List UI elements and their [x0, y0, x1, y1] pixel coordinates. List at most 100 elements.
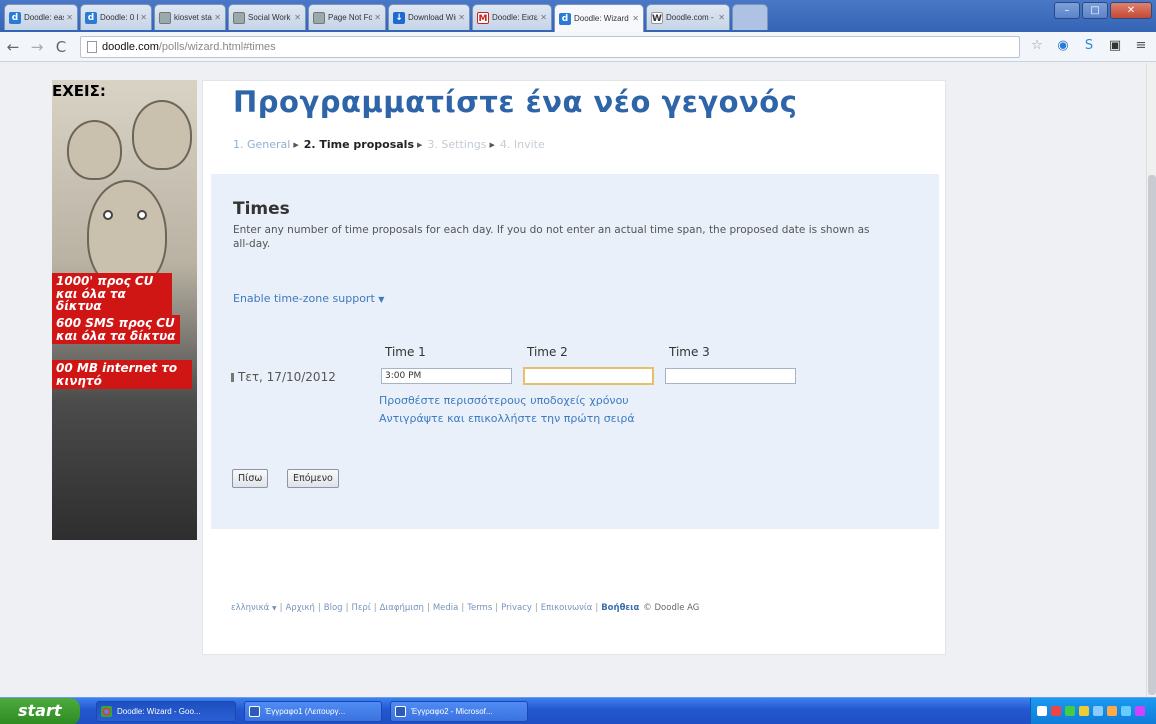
word-icon: [249, 706, 260, 717]
date-row-label: Τετ, 17/10/2012: [231, 370, 336, 384]
footer-link-terms[interactable]: Terms: [467, 603, 492, 613]
close-icon[interactable]: ✕: [632, 14, 639, 23]
ad-illustration: [67, 120, 122, 180]
advertisement-banner[interactable]: ΕΧΕΙΣ: 1000' προς CU και όλα τα δίκτυα 6…: [52, 80, 197, 540]
language-icon[interactable]: [1037, 706, 1047, 716]
time-column-header: Time 3: [669, 345, 710, 359]
browser-tab[interactable]: Page Not Foun ✕: [308, 4, 386, 30]
back-arrow-icon[interactable]: ←: [2, 36, 24, 58]
minimize-icon[interactable]: –: [1054, 2, 1080, 19]
separator: |: [461, 603, 465, 613]
drag-handle-icon[interactable]: [231, 373, 234, 382]
copy-first-row-link[interactable]: Αντιγράψτε και επικολλήστε την πρώτη σει…: [379, 412, 635, 425]
reload-icon[interactable]: C: [50, 36, 72, 58]
browser-tab[interactable]: d Doodle: 0 liken ✕: [80, 4, 152, 30]
browser-tab[interactable]: Social Work Sci ✕: [228, 4, 306, 30]
volume-icon[interactable]: [1065, 706, 1075, 716]
step-settings: 3. Settings: [427, 138, 487, 151]
next-button[interactable]: Επόμενο: [287, 469, 339, 488]
browser-tab[interactable]: W Doodle.com - W ✕: [646, 4, 730, 30]
download-icon: ↓: [393, 11, 405, 24]
star-icon[interactable]: ☆: [1028, 37, 1046, 55]
tray-icon[interactable]: [1093, 706, 1103, 716]
scrollbar-thumb[interactable]: [1148, 175, 1156, 695]
tab-title: Doodle: Wizard: [574, 14, 629, 23]
tray-icon[interactable]: [1107, 706, 1117, 716]
start-button[interactable]: start: [0, 698, 80, 724]
close-icon[interactable]: ✕: [214, 13, 221, 22]
page-icon: [233, 11, 245, 24]
language-selector[interactable]: ελληνικά ▼: [231, 603, 277, 613]
close-window-icon[interactable]: ✕: [1110, 2, 1152, 19]
browser-tab-bar: d Doodle: easy s ✕ d Doodle: 0 liken ✕ k…: [0, 0, 1156, 32]
taskbar-item[interactable]: Έγγραφο2 - Microsof...: [390, 701, 528, 722]
footer-link-media[interactable]: Media: [433, 603, 459, 613]
footer-link-blog[interactable]: Blog: [324, 603, 343, 613]
add-time-slots-link[interactable]: Προσθέστε περισσότερους υποδοχείς χρόνου: [379, 394, 629, 407]
tray-icon[interactable]: [1135, 706, 1145, 716]
step-invite: 4. Invite: [499, 138, 545, 151]
separator: |: [534, 603, 538, 613]
new-tab-button[interactable]: [732, 4, 768, 30]
footer-link-privacy[interactable]: Privacy: [501, 603, 532, 613]
times-panel: Times Enter any number of time proposals…: [211, 174, 939, 529]
menu-icon[interactable]: ≡: [1132, 37, 1150, 55]
address-bar[interactable]: doodle.com /polls/wizard.html#times: [80, 36, 1020, 58]
extension-icon[interactable]: ▣: [1106, 37, 1124, 55]
footer-link-help[interactable]: Βοήθεια: [601, 603, 639, 613]
close-icon[interactable]: ✕: [540, 13, 547, 22]
word-icon: [395, 706, 406, 717]
extension-icon[interactable]: ◉: [1054, 37, 1072, 55]
time-3-input[interactable]: [665, 368, 796, 384]
browser-tab[interactable]: d Doodle: easy s ✕: [4, 4, 78, 30]
windows-taskbar: start Doodle: Wizard - Goo... Έγγραφο1 (…: [0, 697, 1156, 724]
separator: |: [373, 603, 377, 613]
separator: |: [279, 603, 283, 613]
time-1-input[interactable]: [381, 368, 512, 384]
footer-link-home[interactable]: Αρχική: [285, 603, 314, 613]
footer-link-contact[interactable]: Επικοινωνία: [541, 603, 593, 613]
browser-tab-active[interactable]: d Doodle: Wizard ✕: [554, 4, 644, 32]
page-footer: ελληνικά ▼ | Αρχική | Blog | Περί | Διαφ…: [231, 603, 699, 613]
taskbar-item[interactable]: Έγγραφο1 (Λειτουργ...: [244, 701, 382, 722]
skype-icon[interactable]: S: [1080, 37, 1098, 55]
step-general[interactable]: 1. General: [233, 138, 290, 151]
tab-title: Doodle: Εισερχ: [492, 13, 538, 22]
close-icon[interactable]: ✕: [718, 13, 725, 22]
security-icon[interactable]: [1079, 706, 1089, 716]
url-host: doodle.com: [102, 41, 159, 53]
browser-tab[interactable]: M Doodle: Εισερχ ✕: [472, 4, 552, 30]
footer-link-about[interactable]: Περί: [351, 603, 370, 613]
browser-tab[interactable]: kiosvet start ✕: [154, 4, 226, 30]
timezone-support-link[interactable]: Enable time-zone support ▼: [233, 292, 384, 305]
date-label-text: Τετ, 17/10/2012: [238, 370, 336, 384]
tray-icon[interactable]: [1121, 706, 1131, 716]
time-column-header: Time 1: [385, 345, 426, 359]
footer-link-advertising[interactable]: Διαφήμιση: [380, 603, 424, 613]
start-label: start: [18, 701, 62, 720]
times-heading: Times: [233, 199, 290, 219]
time-2-input[interactable]: [523, 367, 654, 385]
close-icon[interactable]: ✕: [294, 13, 301, 22]
page-icon: [313, 11, 325, 24]
maximize-icon[interactable]: □: [1082, 2, 1108, 19]
separator: |: [595, 603, 599, 613]
browser-toolbar: ← → C doodle.com /polls/wizard.html#time…: [0, 32, 1156, 62]
tab-title: kiosvet start: [174, 13, 212, 22]
forward-arrow-icon[interactable]: →: [26, 36, 48, 58]
ad-text: 600 SMS προς CU και όλα τα δίκτυα: [52, 315, 180, 345]
close-icon[interactable]: ✕: [458, 13, 465, 22]
browser-tab[interactable]: ↓ Download Wind ✕: [388, 4, 470, 30]
times-description: Enter any number of time proposals for e…: [233, 224, 870, 250]
doodle-icon: d: [559, 12, 571, 25]
separator: |: [495, 603, 499, 613]
taskbar-item[interactable]: Doodle: Wizard - Goo...: [96, 701, 236, 722]
close-icon[interactable]: ✕: [66, 13, 73, 22]
wikipedia-icon: W: [651, 11, 663, 24]
close-icon[interactable]: ✕: [140, 13, 147, 22]
back-button[interactable]: Πίσω: [232, 469, 269, 488]
page-scrollbar[interactable]: [1146, 63, 1156, 697]
page-icon: [159, 11, 171, 24]
close-icon[interactable]: ✕: [374, 13, 381, 22]
network-icon[interactable]: [1051, 706, 1061, 716]
